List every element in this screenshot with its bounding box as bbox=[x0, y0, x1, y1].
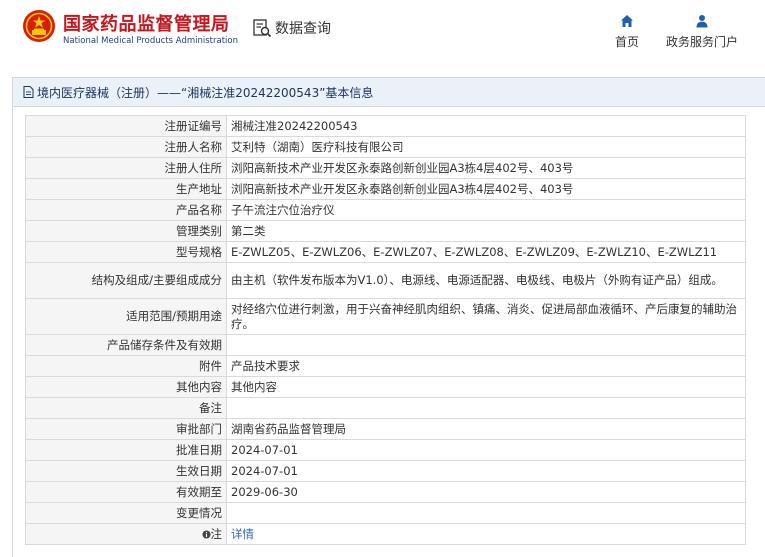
site-header: 国家药品监督管理局 National Medical Products Admi… bbox=[0, 0, 765, 64]
table-row: 备注 bbox=[25, 397, 746, 419]
row-value: 产品技术要求 bbox=[226, 355, 746, 377]
emblem-logo-icon bbox=[23, 10, 55, 42]
row-value: E-ZWLZ05、E-ZWLZ06、E-ZWLZ07、E-ZWLZ08、E-ZW… bbox=[226, 241, 746, 263]
note-label-cell: 注 bbox=[25, 523, 227, 545]
detail-table: 注册证编号 湘械注准20242200543 注册人名称 艾利特（湖南）医疗科技有限公… bbox=[25, 115, 746, 545]
table-row: 产品储存条件及有效期 bbox=[25, 334, 746, 356]
table-row: 注册人名称 艾利特（湖南）医疗科技有限公司 bbox=[25, 136, 746, 158]
row-label: 产品储存条件及有效期 bbox=[25, 334, 227, 356]
nav-service-portal[interactable]: 政务服务门户 bbox=[664, 14, 740, 50]
home-icon bbox=[621, 15, 633, 27]
table-row: 管理类别 第二类 bbox=[25, 220, 746, 242]
row-label: 注册证编号 bbox=[25, 115, 227, 137]
row-label: 结构及组成/主要组成成分 bbox=[25, 262, 227, 299]
table-row: 附件 产品技术要求 bbox=[25, 355, 746, 377]
row-label: 变更情况 bbox=[25, 502, 227, 524]
row-value: 子午流注穴位治疗仪 bbox=[226, 199, 746, 221]
row-label: 备注 bbox=[25, 397, 227, 419]
row-label: 生效日期 bbox=[25, 460, 227, 482]
row-label: 型号规格 bbox=[25, 241, 227, 263]
row-value: 2029-06-30 bbox=[226, 481, 746, 503]
table-row: 型号规格 E-ZWLZ05、E-ZWLZ06、E-ZWLZ07、E-ZWLZ08、… bbox=[25, 241, 746, 263]
table-row: 其他内容 其他内容 bbox=[25, 376, 746, 398]
brand-name-en: National Medical Products Administration bbox=[63, 36, 238, 46]
row-value: 艾利特（湖南）医疗科技有限公司 bbox=[226, 136, 746, 158]
info-icon bbox=[201, 529, 211, 539]
row-label: 其他内容 bbox=[25, 376, 227, 398]
row-value: 对经络穴位进行刺激，用于兴奋神经肌肉组织、镇痛、消炎、促进局部血液循环、产后康复… bbox=[226, 298, 746, 335]
table-row: 注册人住所 浏阳高新技术产业开发区永泰路创新创业园A3栋4层402号、403号 bbox=[25, 157, 746, 179]
user-icon bbox=[696, 15, 708, 28]
row-value: 其他内容 bbox=[226, 376, 746, 398]
note-value-cell: 详情 bbox=[226, 523, 746, 545]
row-value bbox=[226, 334, 746, 356]
table-row: 结构及组成/主要组成成分 由主机（软件发布版本为V1.0）、电源线、电源适配器、电… bbox=[25, 262, 746, 299]
brand-name-cn: 国家药品监督管理局 bbox=[63, 14, 230, 35]
row-label: 适用范围/预期用途 bbox=[25, 298, 227, 335]
table-row: 变更情况 bbox=[25, 502, 746, 524]
data-query-label: 数据查询 bbox=[275, 21, 331, 37]
row-value: 由主机（软件发布版本为V1.0）、电源线、电源适配器、电极线、电极片（外购有证产… bbox=[226, 262, 746, 299]
search-document-icon bbox=[253, 19, 272, 38]
row-label: 管理类别 bbox=[25, 220, 227, 242]
row-value bbox=[226, 502, 746, 524]
row-value: 2024-07-01 bbox=[226, 439, 746, 461]
table-row: 有效期至 2029-06-30 bbox=[25, 481, 746, 503]
row-label: 注册人名称 bbox=[25, 136, 227, 158]
row-value: 湘械注准20242200543 bbox=[226, 115, 746, 137]
row-value: 浏阳高新技术产业开发区永泰路创新创业园A3栋4层402号、403号 bbox=[226, 157, 746, 179]
row-label: 批准日期 bbox=[25, 439, 227, 461]
row-label: 注册人住所 bbox=[25, 157, 227, 179]
row-label: 有效期至 bbox=[25, 481, 227, 503]
details-link[interactable]: 详情 bbox=[231, 527, 254, 541]
table-row: 产品名称 子午流注穴位治疗仪 bbox=[25, 199, 746, 221]
detail-panel: 境内医疗器械（注册）——“湘械注准20242200543”基本信息 注册证编号湘… bbox=[12, 77, 765, 557]
table-row: 注 详情 bbox=[25, 523, 746, 545]
row-value: 湖南省药品监督管理局 bbox=[226, 418, 746, 440]
row-label: 生产地址 bbox=[25, 178, 227, 200]
row-value: 第二类 bbox=[226, 220, 746, 242]
document-icon bbox=[23, 86, 34, 98]
table-row: 审批部门 湖南省药品监督管理局 bbox=[25, 418, 746, 440]
nav-home[interactable]: 首页 bbox=[612, 14, 642, 50]
data-query-link[interactable]: 数据查询 bbox=[252, 18, 331, 38]
table-row: 批准日期 2024-07-01 bbox=[25, 439, 746, 461]
table-row: 生效日期 2024-07-01 bbox=[25, 460, 746, 482]
row-label: 附件 bbox=[25, 355, 227, 377]
nav-home-label: 首页 bbox=[614, 35, 639, 49]
row-label: 产品名称 bbox=[25, 199, 227, 221]
table-row: 注册证编号 湘械注准20242200543 bbox=[25, 115, 746, 137]
table-row: 适用范围/预期用途 对经络穴位进行刺激，用于兴奋神经肌肉组织、镇痛、消炎、促进局部… bbox=[25, 298, 746, 335]
row-label: 审批部门 bbox=[25, 418, 227, 440]
row-value: 2024-07-01 bbox=[226, 460, 746, 482]
note-label: 注 bbox=[210, 526, 223, 541]
row-value: 浏阳高新技术产业开发区永泰路创新创业园A3栋4层402号、403号 bbox=[226, 178, 746, 200]
panel-title-bar: 境内医疗器械（注册）——“湘械注准20242200543”基本信息 bbox=[13, 78, 765, 107]
table-row: 生产地址 浏阳高新技术产业开发区永泰路创新创业园A3栋4层402号、403号 bbox=[25, 178, 746, 200]
row-value bbox=[226, 397, 746, 419]
nav-service-label: 政务服务门户 bbox=[665, 35, 738, 49]
panel-title: 境内医疗器械（注册）——“湘械注准20242200543”基本信息 bbox=[37, 85, 374, 100]
